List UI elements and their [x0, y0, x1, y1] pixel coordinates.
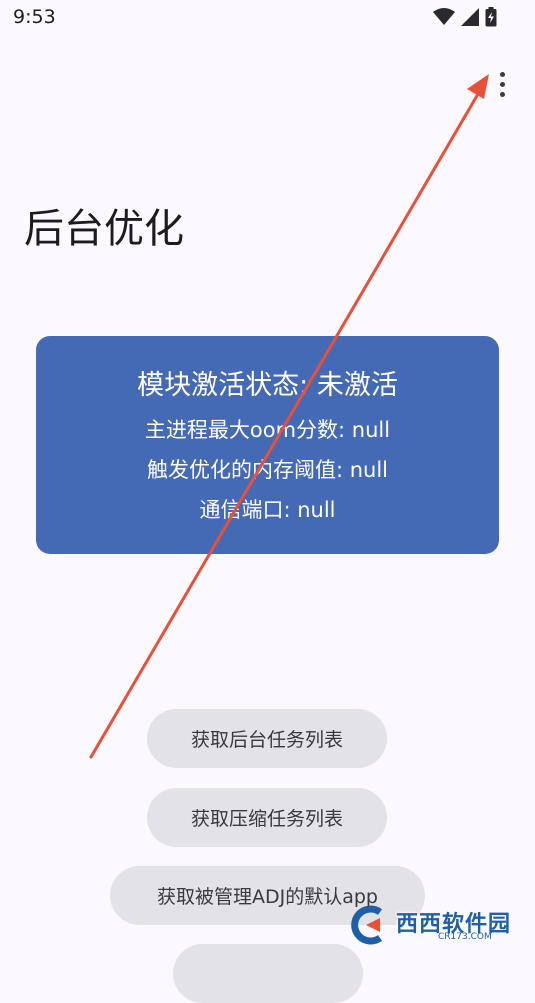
status-time: 9:53 [13, 6, 56, 28]
menu-dot [499, 81, 505, 87]
get-compress-tasks-button[interactable]: 获取压缩任务列表 [147, 788, 387, 847]
module-status-card: 模块激活状态: 未激活 主进程最大oom分数: null 触发优化的内存阈值: … [36, 336, 499, 554]
menu-dot [499, 71, 505, 77]
get-background-tasks-button[interactable]: 获取后台任务列表 [147, 709, 387, 768]
signal-icon [461, 8, 479, 26]
oom-score-text: 主进程最大oom分数: null [144, 418, 391, 442]
module-status-text: 模块激活状态: 未激活 [137, 370, 398, 401]
status-bar: 9:53 [0, 0, 535, 38]
watermark-site: CR173.COM [438, 932, 492, 942]
more-vert-icon[interactable] [488, 66, 516, 102]
memory-threshold-text: 触发优化的内存阈值: null [146, 458, 389, 482]
menu-dot [499, 91, 505, 97]
wifi-icon [433, 8, 455, 25]
port-text: 通信端口: null [199, 498, 336, 522]
page-title: 后台优化 [24, 206, 184, 252]
partial-button[interactable] [173, 944, 363, 1003]
battery-charging-icon [485, 7, 497, 27]
status-icons [433, 7, 497, 27]
watermark-logo-icon [351, 905, 383, 945]
site-watermark: 西西软件园 CR173.COM [340, 904, 520, 946]
